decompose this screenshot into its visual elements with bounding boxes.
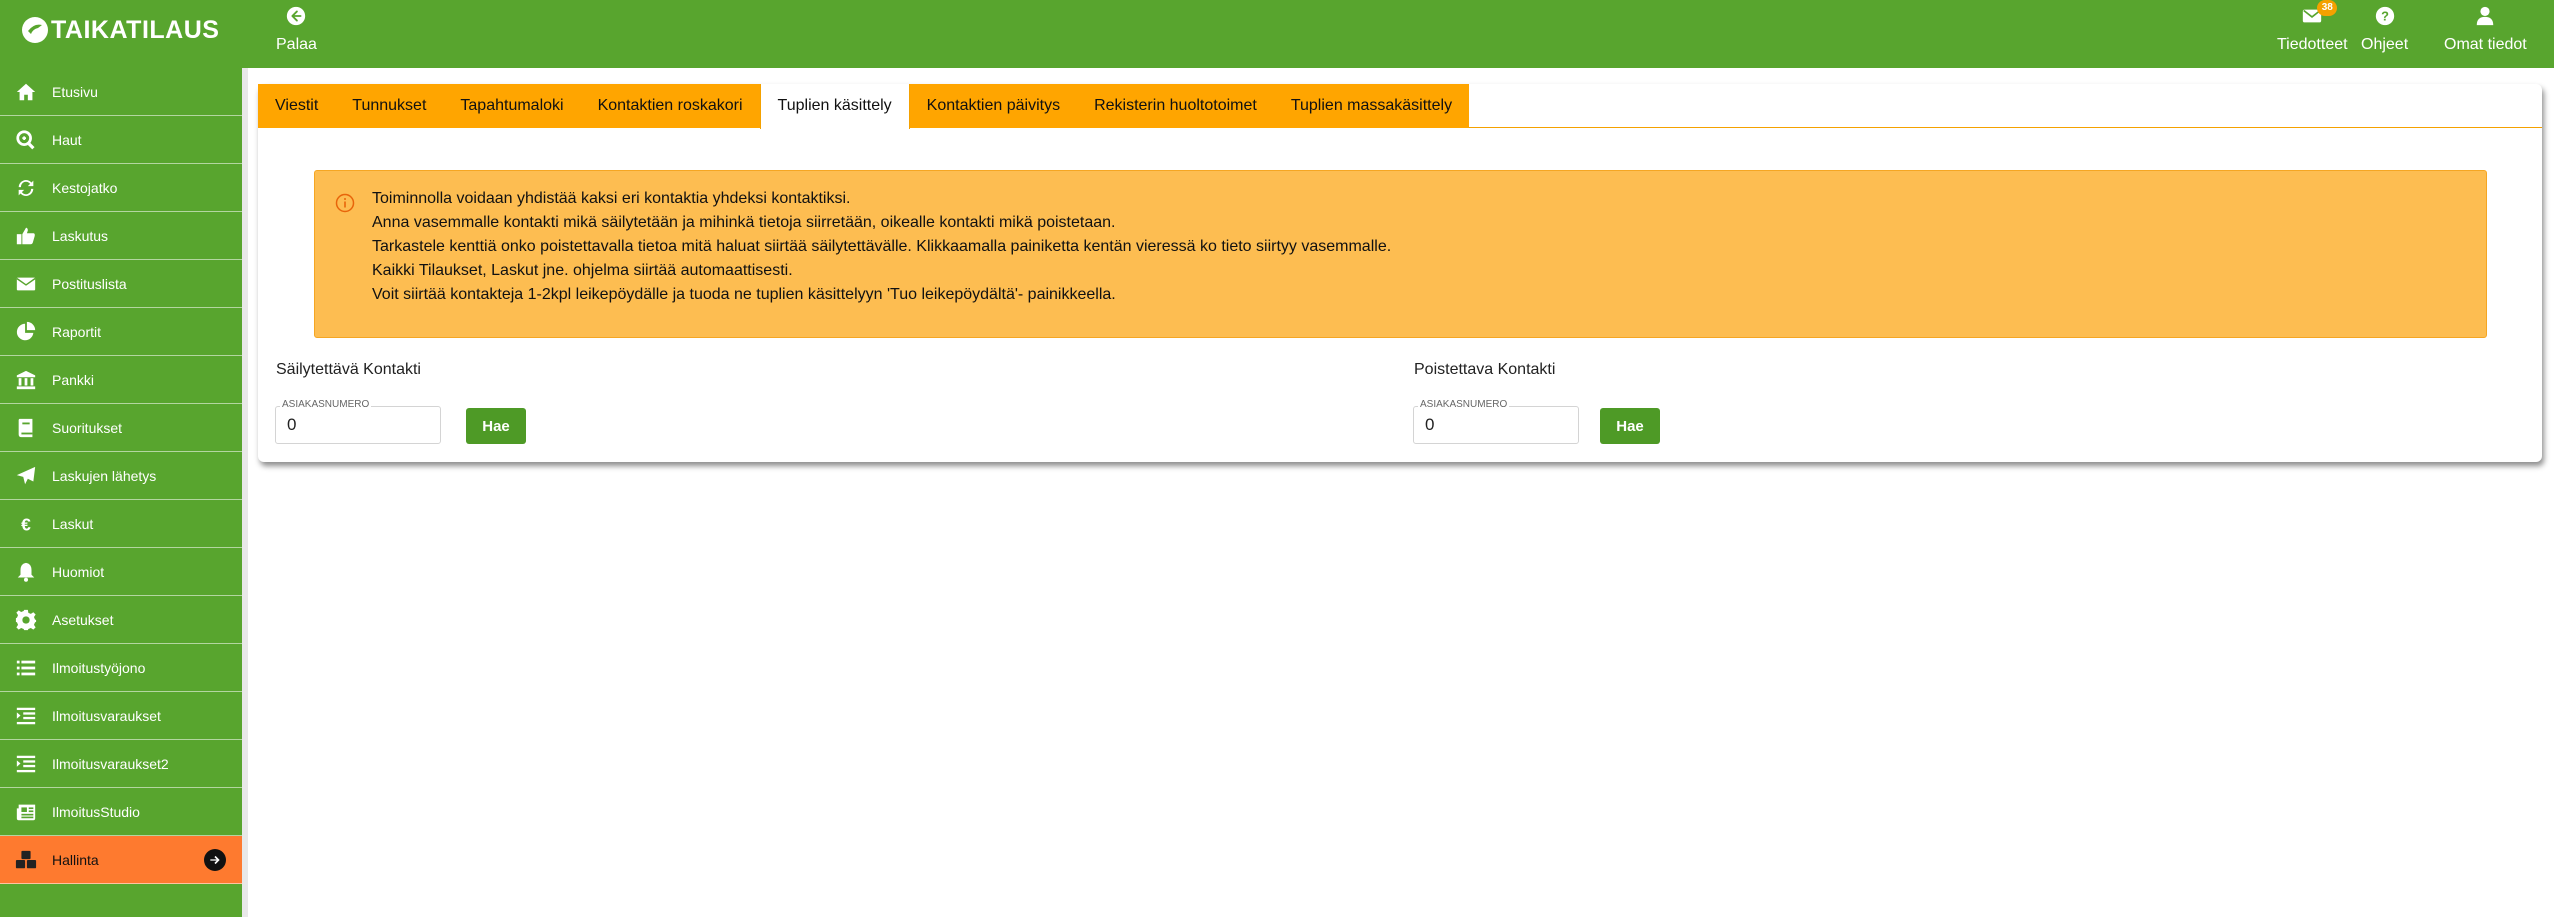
- info-line: Toiminnolla voidaan yhdistää kaksi eri k…: [372, 190, 851, 207]
- list-icon: [0, 657, 52, 679]
- sidebar-item-ilmoitusvaraukset2[interactable]: Ilmoitusvaraukset2: [0, 740, 242, 788]
- sidebar-item-label: Asetukset: [52, 611, 114, 628]
- keep-customer-number-field: ASIAKASNUMERO: [275, 399, 441, 444]
- thumbs-up-icon: [0, 225, 52, 247]
- bank-icon: [0, 369, 52, 391]
- indent-list-icon: [0, 753, 52, 775]
- search-icon: [0, 129, 52, 151]
- logo-text: TAIKATILAUS: [51, 15, 220, 44]
- indent-list-icon: [0, 705, 52, 727]
- arrow-right-circle-icon[interactable]: [204, 849, 226, 871]
- tab-bar: Viestit Tunnukset Tapahtumaloki Kontakti…: [258, 84, 2542, 129]
- user-icon: [2473, 4, 2497, 28]
- sidebar-item-label: Haut: [52, 131, 82, 148]
- sidebar-item-ilmoitusvaraukset[interactable]: Ilmoitusvaraukset: [0, 692, 242, 740]
- header-item-tiedotteet[interactable]: 38 Tiedotteet: [2277, 0, 2348, 54]
- svg-text:€: €: [21, 514, 31, 534]
- sidebar: Etusivu Haut Kestojatko Laskutus Postitu…: [0, 68, 242, 917]
- sidebar-item-etusivu[interactable]: Etusivu: [0, 68, 242, 116]
- tab-viestit[interactable]: Viestit: [258, 84, 336, 128]
- envelope-icon: [0, 273, 52, 295]
- book-icon: [0, 417, 52, 439]
- sidebar-item-label: Huomiot: [52, 563, 105, 580]
- header-label: Ohjeet: [2361, 36, 2409, 53]
- sidebar-item-raportit[interactable]: Raportit: [0, 308, 242, 356]
- sidebar-item-hallinta[interactable]: Hallinta: [0, 836, 242, 884]
- info-line: Voit siirtää kontakteja 1-2kpl leikepöyd…: [372, 286, 1116, 303]
- tab-tapahtumaloki[interactable]: Tapahtumaloki: [443, 84, 581, 128]
- header-label: Omat tiedot: [2444, 36, 2527, 53]
- remove-search-button[interactable]: Hae: [1600, 408, 1660, 444]
- tab-rekisterin-huoltotoimet[interactable]: Rekisterin huoltotoimet: [1077, 84, 1274, 128]
- sidebar-item-label: IlmoitusStudio: [52, 803, 140, 820]
- sidebar-item-label: Suoritukset: [52, 419, 123, 436]
- bell-icon: [0, 561, 52, 583]
- sidebar-item-label: Raportit: [52, 323, 102, 340]
- cubes-icon: [0, 849, 52, 871]
- keep-search-button[interactable]: Hae: [466, 408, 526, 444]
- tab-kontaktien-paivitys[interactable]: Kontaktien päivitys: [909, 84, 1078, 128]
- sidebar-item-haut[interactable]: Haut: [0, 116, 242, 164]
- refresh-icon: [0, 177, 52, 199]
- sidebar-item-label: Kestojatko: [52, 179, 118, 196]
- header-item-omat-tiedot[interactable]: Omat tiedot: [2444, 4, 2527, 54]
- notification-badge: 38: [2317, 0, 2338, 16]
- sidebar-item-ilmoitustyojono[interactable]: Ilmoitustyöjono: [0, 644, 242, 692]
- sidebar-item-label: Etusivu: [52, 83, 98, 100]
- top-bar: TAIKATILAUS Palaa 38 Tiedotteet ? Ohjeet…: [0, 0, 2554, 68]
- remove-contact-title: Poistettava Kontakti: [1414, 361, 1556, 378]
- main-panel: Viestit Tunnukset Tapahtumaloki Kontakti…: [258, 84, 2542, 462]
- remove-customer-number-input[interactable]: [1415, 409, 1577, 441]
- tab-tunnukset[interactable]: Tunnukset: [335, 84, 444, 128]
- sidebar-item-kestojatko[interactable]: Kestojatko: [0, 164, 242, 212]
- header-label: Tiedotteet: [2277, 36, 2348, 53]
- sidebar-item-suoritukset[interactable]: Suoritukset: [0, 404, 242, 452]
- sidebar-item-laskujen-lahetys[interactable]: Laskujen lähetys: [0, 452, 242, 500]
- tab-tuplien-massakasittely[interactable]: Tuplien massakäsittely: [1273, 84, 1470, 128]
- home-icon: [0, 81, 52, 103]
- gear-icon: [0, 609, 52, 631]
- info-alert: Toiminnolla voidaan yhdistää kaksi eri k…: [314, 170, 2487, 338]
- header-item-ohjeet[interactable]: ? Ohjeet: [2361, 4, 2408, 54]
- info-line: Kaikki Tilaukset, Laskut jne. ohjelma si…: [372, 262, 793, 279]
- sidebar-item-label: Laskujen lähetys: [52, 467, 157, 484]
- tab-kontaktien-roskakori[interactable]: Kontaktien roskakori: [580, 84, 760, 128]
- tab-tuplien-kasittely[interactable]: Tuplien käsittely: [759, 84, 910, 129]
- sidebar-item-label: Hallinta: [52, 851, 99, 868]
- svg-text:?: ?: [2381, 9, 2389, 24]
- keep-contact-title: Säilytettävä Kontakti: [276, 361, 421, 378]
- sidebar-item-label: Laskut: [52, 515, 94, 532]
- sidebar-item-label: Ilmoitusvaraukset2: [52, 755, 169, 772]
- logo-icon: [22, 17, 48, 43]
- pie-chart-icon: [0, 321, 52, 343]
- sidebar-divider: [242, 68, 248, 917]
- back-label: Palaa: [276, 36, 317, 53]
- info-circle-icon: [335, 193, 355, 213]
- info-line: Anna vasemmalle kontakti mikä säilytetää…: [372, 214, 1116, 231]
- info-text: Toiminnolla voidaan yhdistää kaksi eri k…: [372, 187, 1391, 307]
- sidebar-item-asetukset[interactable]: Asetukset: [0, 596, 242, 644]
- sidebar-item-pankki[interactable]: Pankki: [0, 356, 242, 404]
- sidebar-item-label: Laskutus: [52, 227, 109, 244]
- sidebar-item-label: Postituslista: [52, 275, 127, 292]
- sidebar-item-laskut[interactable]: € Laskut: [0, 500, 242, 548]
- app-logo[interactable]: TAIKATILAUS: [20, 12, 219, 48]
- sidebar-item-postituslista[interactable]: Postituslista: [0, 260, 242, 308]
- back-button[interactable]: Palaa: [276, 4, 317, 54]
- info-line: Tarkastele kenttiä onko poistettavalla t…: [372, 238, 1392, 255]
- sidebar-item-label: Pankki: [52, 371, 95, 388]
- envelope-icon: 38: [2300, 0, 2338, 28]
- help-circle-icon: ?: [2373, 4, 2397, 28]
- euro-icon: €: [0, 513, 52, 535]
- sidebar-item-label: Ilmoitusvaraukset: [52, 707, 161, 724]
- sidebar-item-label: Ilmoitustyöjono: [52, 659, 146, 676]
- remove-customer-number-field: ASIAKASNUMERO: [1413, 399, 1579, 444]
- keep-customer-number-input[interactable]: [277, 409, 439, 441]
- sidebar-item-laskutus[interactable]: Laskutus: [0, 212, 242, 260]
- sidebar-item-huomiot[interactable]: Huomiot: [0, 548, 242, 596]
- paper-plane-icon: [0, 465, 52, 487]
- sidebar-item-ilmoitusstudio[interactable]: IlmoitusStudio: [0, 788, 242, 836]
- arrow-left-circle-icon: [284, 4, 308, 28]
- newspaper-icon: [0, 801, 52, 823]
